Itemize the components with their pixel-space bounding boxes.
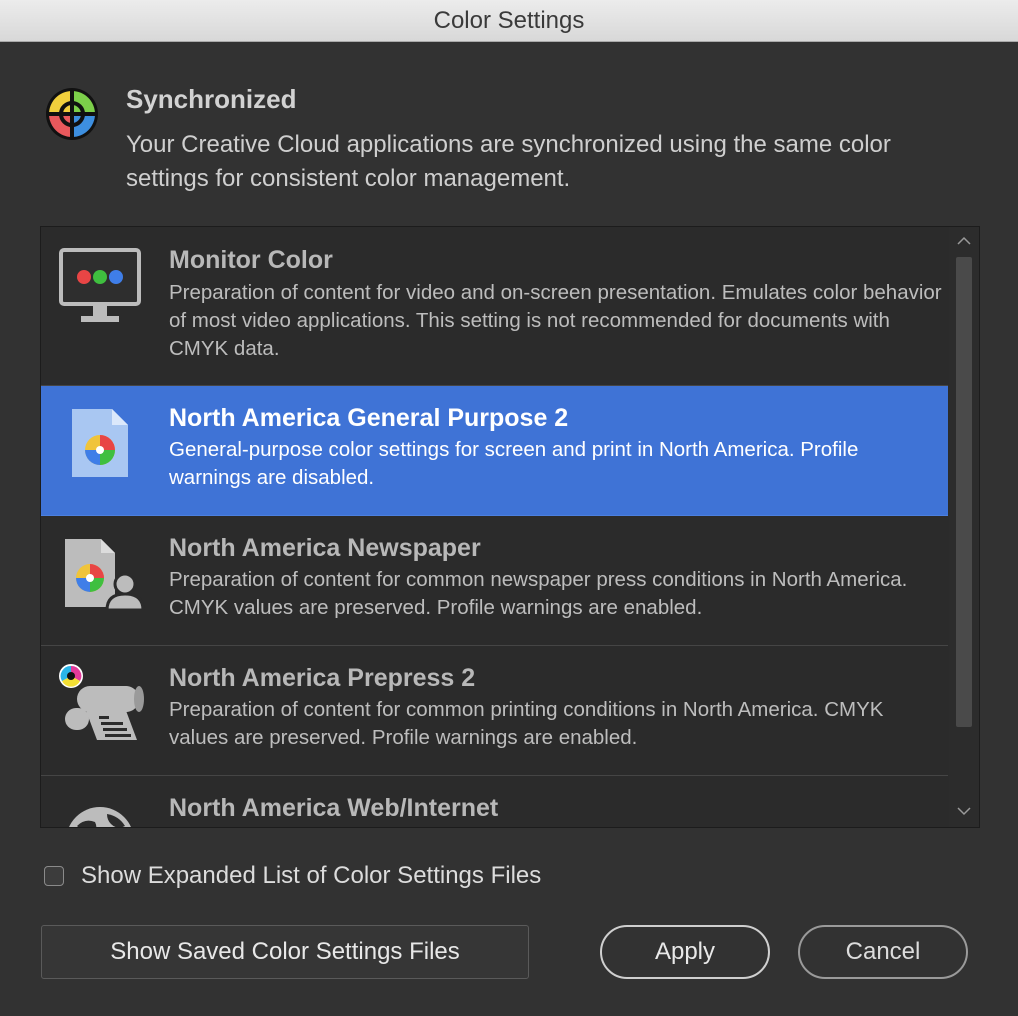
prepress-press-icon (59, 664, 144, 740)
list-item-na-prepress-2[interactable]: North America Prepress 2 Preparation of … (41, 646, 948, 776)
scroll-down-arrow-icon[interactable] (949, 799, 979, 823)
apply-button[interactable]: Apply (600, 925, 770, 979)
item-name: North America General Purpose 2 (169, 404, 569, 432)
document-color-icon (72, 409, 128, 477)
sync-status-description: Your Creative Cloud applications are syn… (126, 131, 891, 192)
color-settings-list[interactable]: Monitor Color Preparation of content for… (40, 226, 980, 828)
list-item-na-newspaper[interactable]: North America Newspaper Preparation of c… (41, 516, 948, 646)
list-item-na-general-purpose-2[interactable]: North America General Purpose 2 General-… (41, 386, 948, 516)
scroll-up-arrow-icon[interactable] (949, 229, 979, 253)
window-titlebar: Color Settings (0, 0, 1018, 42)
item-description: Preparation of content for video and on-… (169, 281, 942, 360)
item-name: North America Prepress 2 (169, 664, 476, 692)
item-name: North America Newspaper (169, 534, 481, 562)
monitor-icon (59, 248, 141, 322)
color-wheel-icon (46, 88, 98, 140)
expanded-list-option[interactable]: Show Expanded List of Color Settings Fil… (44, 858, 541, 894)
list-item-monitor-color[interactable]: Monitor Color Preparation of content for… (41, 227, 948, 386)
sync-status-title: Synchronized (126, 84, 297, 114)
window-title: Color Settings (433, 6, 585, 34)
newspaper-icon (65, 539, 145, 612)
globe-icon (69, 807, 131, 827)
cancel-button[interactable]: Cancel (798, 925, 968, 979)
show-saved-files-button[interactable]: Show Saved Color Settings Files (41, 925, 529, 979)
expanded-list-label[interactable]: Show Expanded List of Color Settings Fil… (81, 862, 541, 890)
list-scrollbar[interactable] (949, 227, 979, 827)
item-name: Monitor Color (169, 246, 333, 274)
item-description: Preparation of content for common printi… (169, 698, 884, 749)
item-description: General-purpose color settings for scree… (169, 438, 859, 489)
item-description: Preparation of content for common newspa… (169, 568, 908, 619)
scroll-thumb[interactable] (956, 257, 972, 727)
expanded-list-checkbox[interactable] (44, 866, 64, 886)
list-item-na-web-internet[interactable]: North America Web/Internet (41, 776, 948, 827)
item-name: North America Web/Internet (169, 794, 499, 822)
